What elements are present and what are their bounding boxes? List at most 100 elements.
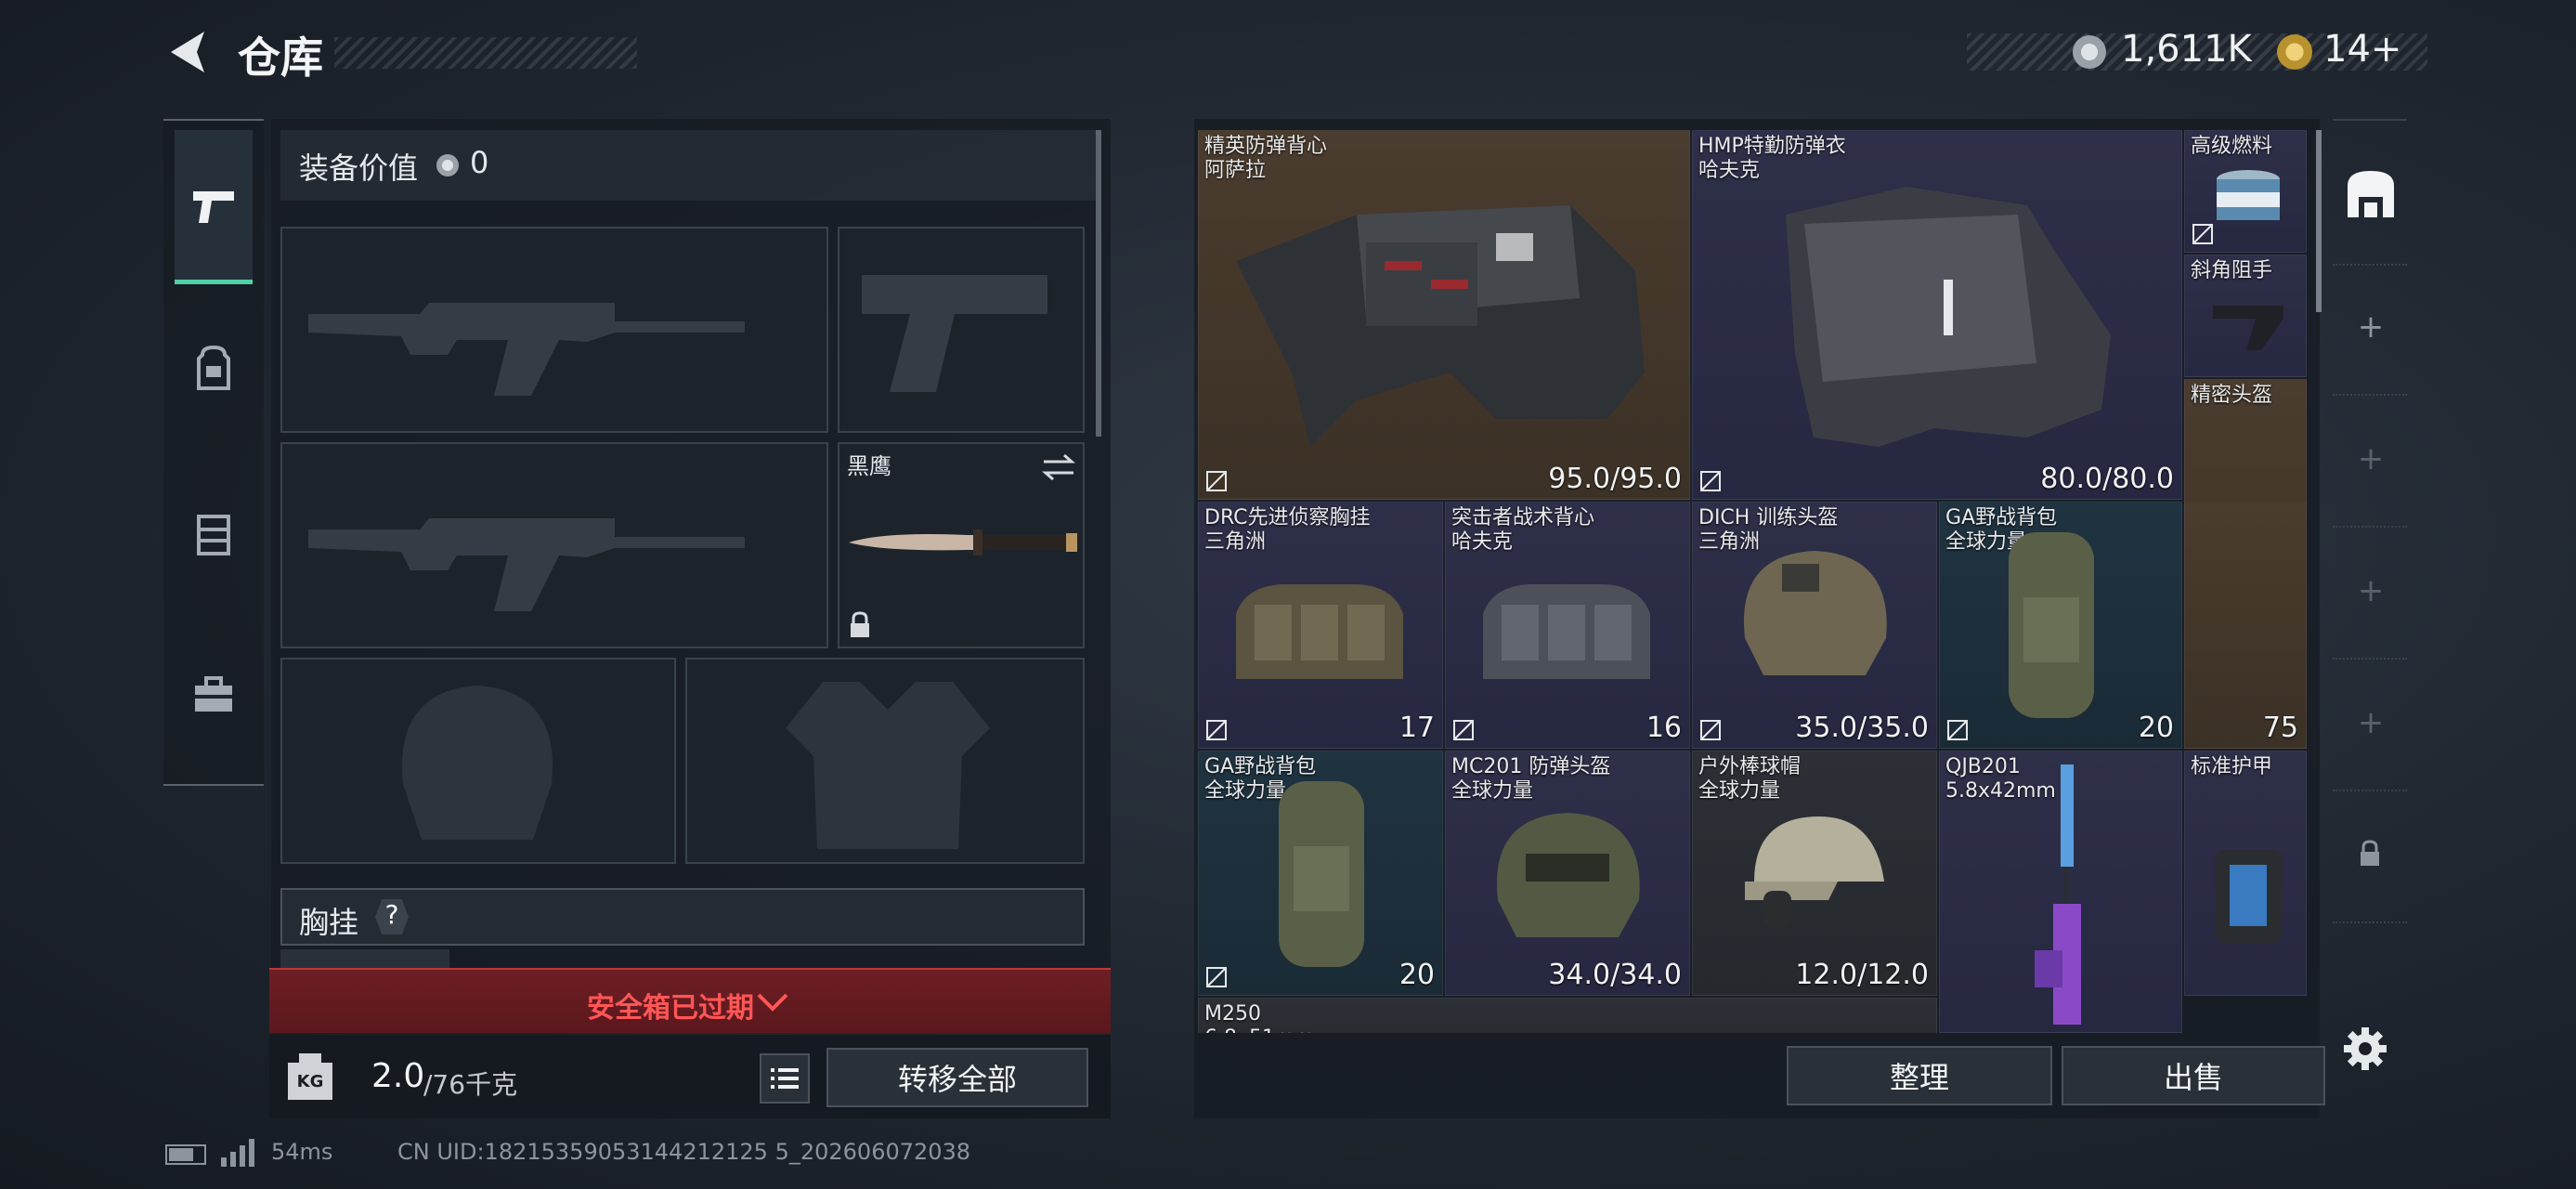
- grid-item-m250[interactable]: M250 6.8x51mm: [1198, 998, 1937, 1033]
- grip-icon: [2213, 306, 2283, 350]
- list-icon: [771, 1068, 799, 1089]
- item-name: 斜角阻手: [2191, 259, 2273, 282]
- dash-6: [2333, 921, 2407, 923]
- safe-box-expired-banner[interactable]: 安全箱已过期: [269, 968, 1111, 1033]
- primary-weapon-slot[interactable]: [280, 227, 828, 433]
- ping-text: 54ms: [271, 1139, 333, 1165]
- settings-button[interactable]: [2342, 1026, 2388, 1072]
- tab-toolbox[interactable]: [175, 650, 253, 743]
- pistol-silhouette-icon: [862, 275, 1047, 392]
- tab-storage-main[interactable]: [2333, 149, 2407, 242]
- grid-item-hmp-armor[interactable]: HMP特勤防弹衣 哈夫克 80.0/80.0: [1692, 130, 2182, 500]
- grid-item-premium-fuel[interactable]: 高级燃料: [2184, 130, 2307, 253]
- settings-gear-icon: [2344, 1027, 2387, 1070]
- add-storage-4[interactable]: +: [2354, 706, 2387, 739]
- safe-box-expired-text: 安全箱已过期: [587, 992, 754, 1025]
- token-amount[interactable]: 14+: [2323, 28, 2401, 71]
- armor-slot[interactable]: [685, 658, 1085, 864]
- helmet-silhouette-icon: [402, 686, 553, 840]
- weight-bar: KG 2.0 /76千克 转移全部: [269, 1035, 1111, 1118]
- grid-item-standard-armor[interactable]: 标准护甲: [2184, 751, 2307, 996]
- grid-item-dich-helmet[interactable]: DICH 训练头盔 三角洲 35.0/35.0: [1692, 502, 1937, 749]
- grid-item-mc201-helmet[interactable]: MC201 防弹头盔 全球力量 34.0/34.0: [1445, 751, 1690, 996]
- chest-rig-bar[interactable]: 胸挂 ?: [280, 888, 1085, 946]
- rifle-silhouette-icon: [308, 303, 745, 396]
- item-capacity: 20: [2138, 712, 2174, 744]
- tab-chest-rig[interactable]: [175, 487, 253, 580]
- armor-vest-icon: [1236, 205, 1645, 447]
- no-trade-icon: [1206, 471, 1227, 491]
- melee-slot[interactable]: 黑鹰: [838, 442, 1085, 648]
- item-name: 户外棒球帽 全球力量: [1698, 755, 1802, 803]
- knife-icon: [849, 529, 1077, 555]
- backpack-item-icon: [2009, 532, 2094, 718]
- item-name: M250 6.8x51mm: [1204, 1002, 1315, 1033]
- help-badge[interactable]: ?: [375, 899, 409, 934]
- sort-button[interactable]: 整理: [1787, 1046, 2052, 1105]
- chest-rig-item-icon: [1236, 584, 1403, 679]
- vest-silhouette-icon: [786, 682, 990, 849]
- dash-1: [2333, 264, 2407, 266]
- add-storage-1[interactable]: +: [2354, 310, 2387, 344]
- weight-icon: KG: [288, 1053, 332, 1100]
- chest-rig-item-icon: [1483, 584, 1650, 679]
- equipment-value-bar: 装备价值 0: [280, 130, 1096, 201]
- dash-3: [2333, 526, 2407, 528]
- grid-item-drc-chest-rig[interactable]: DRC先进侦察胸挂 三角洲 17: [1198, 502, 1443, 749]
- secondary-weapon-slot[interactable]: [280, 442, 828, 648]
- tab-weapons[interactable]: [175, 130, 253, 284]
- dash-2: [2333, 394, 2407, 396]
- coin-icon: [2073, 35, 2106, 69]
- uid-text: CN UID:18215359053144212125 5_2026060720…: [397, 1139, 971, 1165]
- add-storage-3[interactable]: +: [2354, 574, 2387, 608]
- lock-icon: [851, 611, 869, 637]
- helmet-item-icon: [1496, 813, 1640, 937]
- equipment-value: 0: [470, 145, 489, 180]
- weight-max: /76千克: [423, 1069, 518, 1100]
- chevron-down-icon: [757, 993, 788, 1012]
- item-durability: 12.0/12.0: [1795, 959, 1929, 991]
- page-title: 仓库: [238, 33, 323, 83]
- tab-backpack[interactable]: [175, 321, 253, 414]
- no-trade-icon: [1947, 720, 1968, 740]
- no-trade-icon: [2192, 224, 2213, 244]
- helmet-slot[interactable]: [280, 658, 676, 864]
- grid-item-ga-backpack[interactable]: GA野战背包 全球力量 20: [1939, 502, 2182, 749]
- pistol-icon: [193, 191, 234, 223]
- list-view-button[interactable]: [760, 1053, 810, 1104]
- chest-rig-label: 胸挂: [299, 905, 359, 940]
- grid-item-elite-armor-vest[interactable]: 精英防弹背心 阿萨拉 95.0/95.0: [1198, 130, 1690, 500]
- item-durability: 80.0/80.0: [2040, 463, 2174, 495]
- item-durability: 95.0/95.0: [1548, 463, 1682, 495]
- signal-icon: [221, 1139, 254, 1167]
- coin-icon: [436, 154, 459, 176]
- sell-button[interactable]: 出售: [2062, 1046, 2325, 1105]
- grid-item-qjb201[interactable]: QJB201 5.8x42mm: [1939, 751, 2182, 1033]
- no-trade-icon: [1206, 967, 1227, 987]
- no-trade-icon: [1206, 720, 1227, 740]
- grid-item-armor-plate[interactable]: 75: [2184, 502, 2307, 749]
- item-name: 突击者战术背心 哈夫克: [1451, 506, 1595, 554]
- add-storage-2[interactable]: +: [2354, 442, 2387, 476]
- stash-scrollbar[interactable]: [2316, 130, 2322, 312]
- back-button[interactable]: [165, 28, 212, 76]
- melee-name: 黑鹰: [847, 453, 891, 479]
- lock-icon: [2361, 840, 2379, 866]
- transfer-all-button[interactable]: 转移全部: [826, 1048, 1088, 1107]
- grid-item-ga-backpack-2[interactable]: GA野战背包 全球力量 20: [1198, 751, 1443, 996]
- safe-box-tab[interactable]: [280, 949, 449, 968]
- item-name: 标准护甲: [2191, 755, 2273, 778]
- helmet-item-icon: [1743, 551, 1887, 675]
- loadout-scrollbar[interactable]: [1096, 130, 1101, 437]
- grid-item-angled-grip[interactable]: 斜角阻手: [2184, 255, 2307, 377]
- item-durability: 75: [2262, 712, 2298, 744]
- swap-icon[interactable]: [1042, 453, 1075, 481]
- grid-item-assault-vest[interactable]: 突击者战术背心 哈夫克 16: [1445, 502, 1690, 749]
- item-name: MC201 防弹头盔 全球力量: [1451, 755, 1611, 803]
- backpack-item-icon: [1279, 781, 1364, 967]
- pistol-slot[interactable]: [838, 227, 1085, 433]
- grid-item-baseball-cap[interactable]: 户外棒球帽 全球力量 12.0/12.0: [1692, 751, 1937, 996]
- storage-icon: [2348, 171, 2394, 217]
- title-decoration: [334, 37, 637, 69]
- item-name: 精英防弹背心 阿萨拉: [1204, 135, 1328, 182]
